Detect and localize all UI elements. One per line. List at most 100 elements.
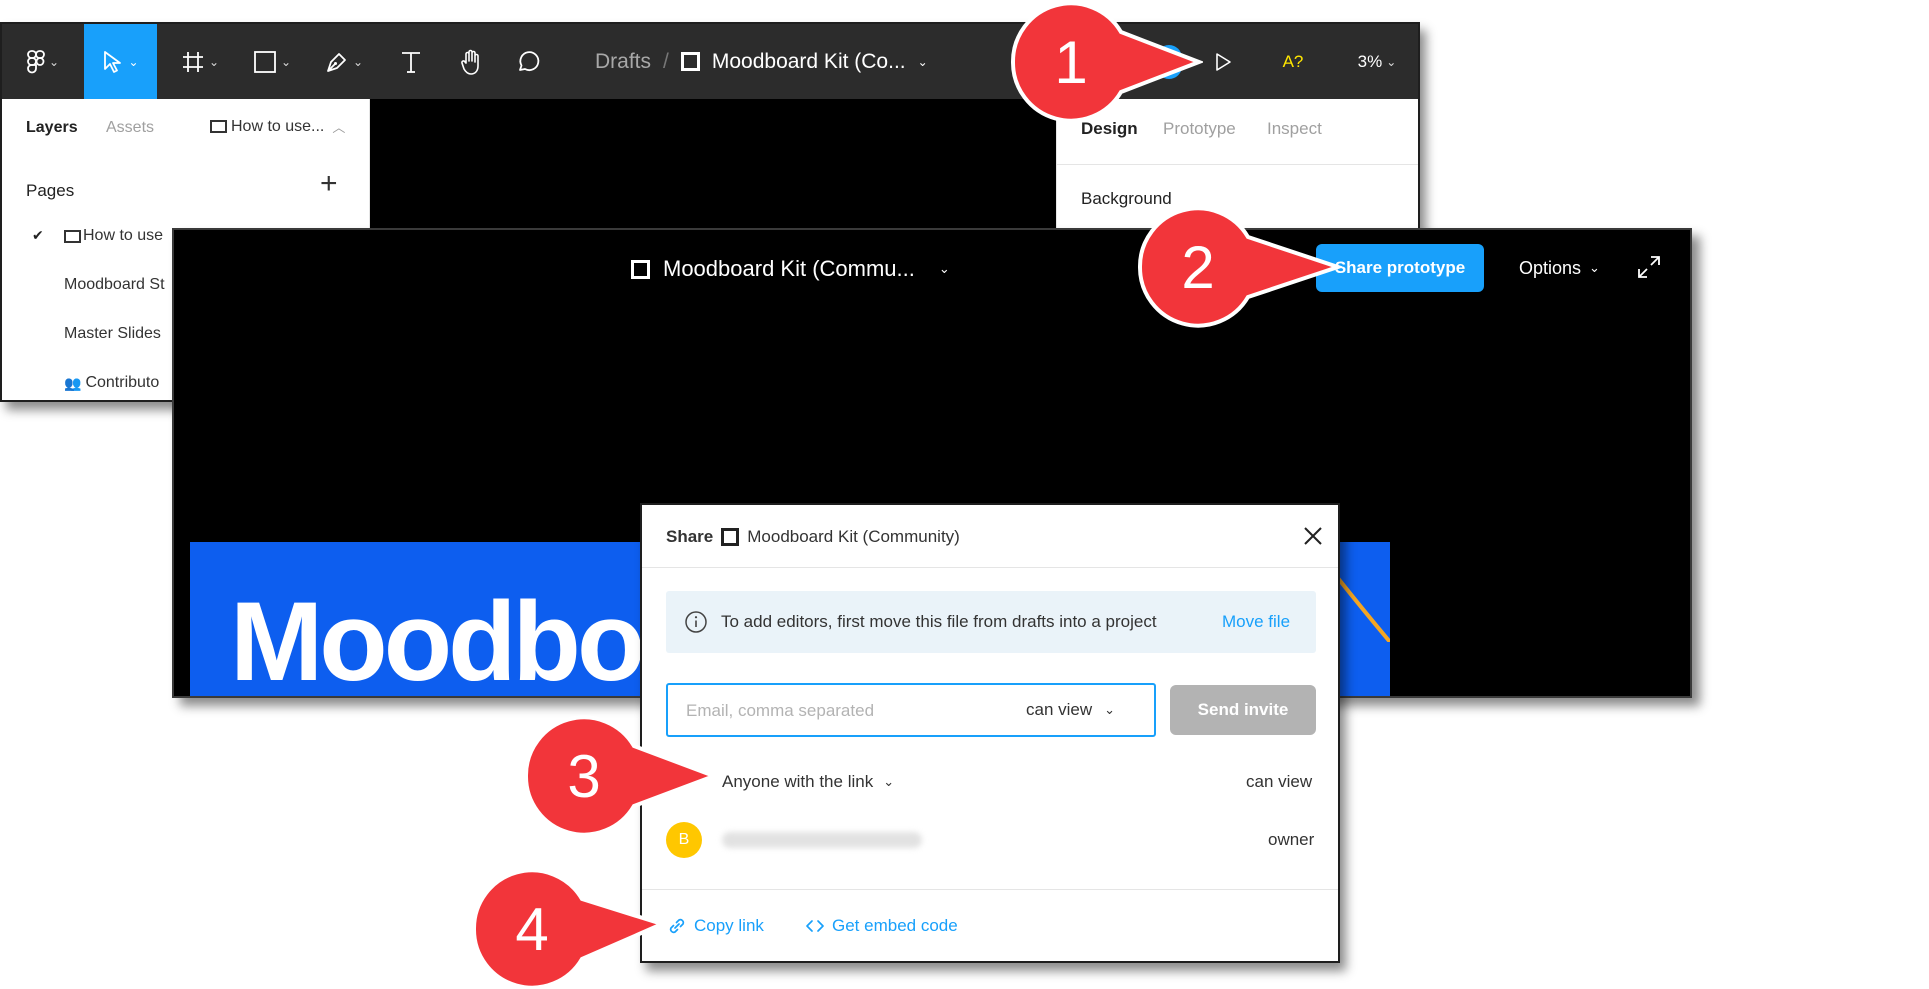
chevron-down-icon: ⌄ <box>883 774 895 789</box>
checkmark-icon: ✔ <box>32 227 44 243</box>
chevron-down-icon: ⌄ <box>1589 260 1600 275</box>
options-menu[interactable]: Options ⌄ <box>1519 244 1600 292</box>
viewer-file-name: Moodboard Kit (Commu... <box>663 256 915 281</box>
embed-code-label: Get embed code <box>832 916 958 935</box>
frame-outline-icon <box>210 120 227 133</box>
callout-4: 4 <box>466 867 666 989</box>
info-banner: To add editors, first move this file fro… <box>666 591 1316 653</box>
editor-toolbar: ⌄ ⌄ ⌄ ⌄ ⌄ Drafts / Moodboard Kit (Co... … <box>2 24 1418 99</box>
dialog-file-name: Moodboard Kit (Community) <box>747 527 960 546</box>
missing-fonts-button[interactable]: A? <box>1268 24 1318 99</box>
link-icon <box>666 915 688 937</box>
dialog-title: Share Moodboard Kit (Community) <box>666 527 960 547</box>
page-item-label: Contributo <box>85 374 160 391</box>
pages-header: Pages <box>26 181 75 200</box>
breadcrumb-drafts[interactable]: Drafts <box>595 50 651 74</box>
copy-link-button[interactable]: Copy link <box>666 915 764 937</box>
code-brackets-icon <box>804 915 826 937</box>
zoom-menu[interactable]: 3% ⌄ <box>1342 24 1412 99</box>
rectangle-icon <box>253 50 277 74</box>
pen-tool-button[interactable]: ⌄ <box>314 24 374 99</box>
file-square-icon <box>680 52 700 71</box>
breadcrumb: Drafts / Moodboard Kit (Co... ⌄ <box>595 24 928 99</box>
current-page-label: How to use... <box>231 117 325 135</box>
callout-3: 3 <box>518 714 718 839</box>
info-icon <box>684 610 708 634</box>
divider <box>1057 164 1418 165</box>
callout-2: 2 <box>1132 205 1342 330</box>
page-item-moodboard[interactable]: Moodboard St <box>64 276 165 294</box>
fullscreen-button[interactable] <box>1634 252 1664 282</box>
tab-inspect[interactable]: Inspect <box>1267 119 1322 139</box>
chevron-down-icon: ⌄ <box>280 54 292 69</box>
frame-heading: Moodboa <box>230 579 704 698</box>
file-square-icon <box>721 528 740 546</box>
page-item-master-slides[interactable]: Master Slides <box>64 325 161 343</box>
tab-layers[interactable]: Layers <box>26 119 78 137</box>
pen-icon <box>325 50 349 74</box>
shape-tool-button[interactable]: ⌄ <box>242 24 302 99</box>
divider <box>642 889 1338 890</box>
chevron-up-icon: ︿ <box>332 120 346 135</box>
callout-number: 1 <box>1054 29 1088 96</box>
info-text: To add editors, first move this file fro… <box>721 612 1157 631</box>
comment-tool-button[interactable] <box>504 24 554 99</box>
figma-logo-icon <box>27 49 45 74</box>
dialog-title-prefix: Share <box>666 527 714 546</box>
embed-code-button[interactable]: Get embed code <box>804 915 958 937</box>
link-permission[interactable]: can view <box>1246 772 1312 792</box>
options-label: Options <box>1519 257 1582 278</box>
permission-value: can view <box>1026 700 1093 719</box>
chevron-down-icon[interactable]: ⌄ <box>918 55 928 69</box>
add-page-plus-icon[interactable]: + <box>320 169 338 199</box>
page-item-how-to-use[interactable]: How to use <box>64 227 163 245</box>
chevron-down-icon: ⌄ <box>1104 702 1116 717</box>
invite-permission-select[interactable]: can view ⌄ <box>1026 700 1115 720</box>
callout-number: 4 <box>515 896 549 963</box>
chevron-down-icon: ⌄ <box>128 54 139 69</box>
move-tool-button[interactable]: ⌄ <box>84 24 157 99</box>
owner-name-blurred <box>722 832 922 848</box>
tab-assets[interactable]: Assets <box>106 119 154 137</box>
breadcrumb-separator: / <box>663 49 669 73</box>
copy-link-label: Copy link <box>694 916 764 935</box>
callout-number: 2 <box>1181 234 1215 301</box>
comment-bubble-icon <box>516 50 542 74</box>
play-icon <box>1214 52 1232 72</box>
close-button[interactable] <box>1300 523 1326 549</box>
viewer-title[interactable]: Moodboard Kit (Commu... ⌄ <box>631 252 950 286</box>
file-square-icon <box>631 259 650 279</box>
main-menu-button[interactable]: ⌄ <box>2 24 84 99</box>
chevron-down-icon: ⌄ <box>208 54 220 69</box>
text-t-icon <box>400 50 422 74</box>
frame-outline-icon <box>64 229 81 243</box>
page-item-contributors[interactable]: 👥 Contributo <box>64 374 159 392</box>
frame-hash-icon <box>181 50 205 74</box>
move-file-link[interactable]: Move file <box>1222 612 1290 632</box>
share-dialog: Share Moodboard Kit (Community) To add e… <box>640 503 1340 963</box>
close-icon <box>1300 523 1326 549</box>
people-icon: 👥 <box>64 374 82 391</box>
callout-number: 3 <box>567 743 601 810</box>
invite-field-group: can view ⌄ <box>666 683 1156 737</box>
chevron-down-icon: ⌄ <box>352 54 364 69</box>
expand-icon <box>1634 252 1664 282</box>
owner-role: owner <box>1268 830 1315 849</box>
callout-1: 1 <box>1003 0 1203 125</box>
chevron-down-icon: ⌄ <box>938 261 950 276</box>
present-button[interactable] <box>1198 24 1248 99</box>
frame-tool-button[interactable]: ⌄ <box>170 24 230 99</box>
cursor-arrow-icon <box>102 50 124 74</box>
hand-tool-button[interactable] <box>446 24 496 99</box>
send-invite-button[interactable]: Send invite <box>1170 685 1316 735</box>
link-access-select[interactable]: Anyone with the link ⌄ <box>722 772 894 792</box>
link-access-label: Anyone with the link <box>722 772 874 791</box>
chevron-down-icon: ⌄ <box>48 54 60 69</box>
email-input[interactable] <box>686 701 986 721</box>
divider <box>642 567 1338 568</box>
current-page-selector[interactable]: How to use... ︿ <box>210 117 345 136</box>
file-name[interactable]: Moodboard Kit (Co... <box>712 50 906 74</box>
text-tool-button[interactable] <box>386 24 436 99</box>
hand-icon <box>459 49 483 75</box>
chevron-down-icon: ⌄ <box>1386 54 1397 69</box>
